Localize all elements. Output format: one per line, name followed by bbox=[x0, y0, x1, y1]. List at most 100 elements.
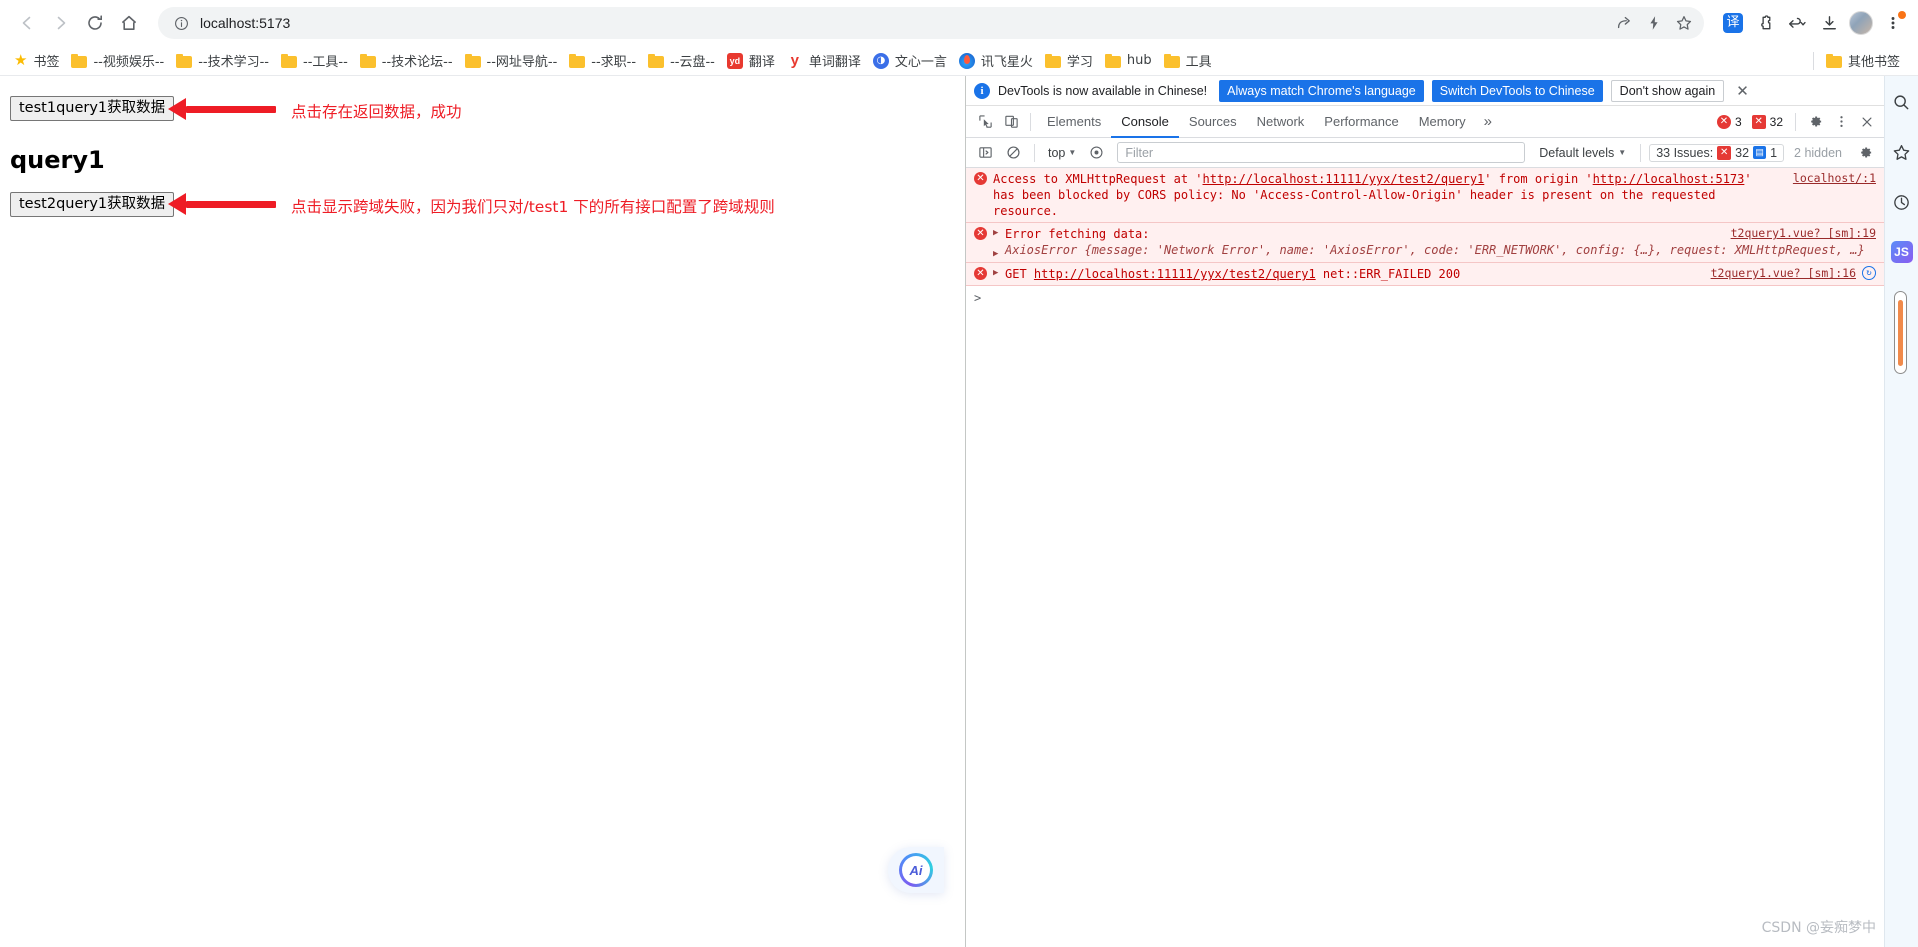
translate-icon[interactable]: 译 bbox=[1718, 8, 1748, 38]
page-scrollbar[interactable] bbox=[1894, 291, 1907, 374]
more-tabs-chevron-icon[interactable]: » bbox=[1476, 113, 1500, 130]
annotation-arrow-1 bbox=[168, 98, 276, 120]
error-counter[interactable]: ✕ 3 bbox=[1713, 114, 1748, 130]
annotation-text-1: 点击存在返回数据，成功 bbox=[291, 103, 462, 121]
site-info-icon[interactable] bbox=[172, 14, 190, 32]
bookmark-folder-tools[interactable]: --工具-- bbox=[277, 49, 356, 72]
forward-button[interactable] bbox=[44, 6, 78, 40]
console-message-axios-error[interactable]: ✕ ▶ Error fetching data: t2query1.vue? [… bbox=[966, 223, 1884, 264]
tab-console[interactable]: Console bbox=[1111, 106, 1179, 138]
profile-avatar[interactable] bbox=[1846, 8, 1876, 38]
bookmark-folder-video[interactable]: --视频娱乐-- bbox=[67, 49, 172, 72]
inspect-element-icon[interactable] bbox=[972, 109, 998, 135]
request-url-link[interactable]: http://localhost:11111/yyx/test2/query1 bbox=[1203, 172, 1485, 186]
source-link[interactable]: localhost/:1 bbox=[1793, 171, 1876, 185]
bookmark-star-icon[interactable] bbox=[1670, 9, 1698, 37]
tab-performance[interactable]: Performance bbox=[1314, 106, 1408, 138]
console-filter-input[interactable] bbox=[1117, 142, 1526, 163]
bookmark-folder-tech-study[interactable]: --技术学习-- bbox=[172, 49, 277, 72]
source-link[interactable]: t2query1.vue? [sm]:19 bbox=[1731, 226, 1876, 240]
console-message-cors-error[interactable]: ✕ Access to XMLHttpRequest at 'http://lo… bbox=[966, 168, 1884, 224]
ai-assistant-button[interactable]: Ai bbox=[888, 847, 944, 893]
address-bar[interactable]: localhost:5173 bbox=[158, 7, 1704, 39]
console-settings-gear-icon[interactable] bbox=[1852, 140, 1878, 166]
share-icon[interactable] bbox=[1610, 9, 1638, 37]
console-message-text: GET http://localhost:11111/yyx/test2/que… bbox=[1005, 266, 1705, 282]
warning-counter[interactable]: ✕ 32 bbox=[1748, 114, 1789, 130]
device-toolbar-icon[interactable] bbox=[998, 109, 1024, 135]
history-clock-icon[interactable] bbox=[1890, 190, 1914, 214]
bookmark-item-shuqian[interactable]: ★ 书签 bbox=[10, 49, 67, 72]
switch-devtools-language-button[interactable]: Switch DevTools to Chinese bbox=[1431, 79, 1603, 102]
expand-arrow-icon[interactable]: ▶ bbox=[993, 228, 1002, 238]
scrollbar-thumb[interactable] bbox=[1898, 299, 1903, 366]
log-levels-select[interactable]: Default levels ▼ bbox=[1533, 146, 1632, 160]
bookmark-folder-nav[interactable]: --网址导航-- bbox=[461, 49, 566, 72]
test2-query1-button[interactable]: test2query1获取数据 bbox=[10, 192, 175, 218]
expand-object-arrow-icon[interactable]: ▶ bbox=[993, 249, 1002, 259]
folder-icon bbox=[464, 53, 481, 68]
origin-url-link[interactable]: http://localhost:5173 bbox=[1593, 172, 1745, 186]
y-favicon: y bbox=[790, 51, 800, 69]
bookmark-label: 其他书签 bbox=[1847, 55, 1900, 70]
dont-show-again-button[interactable]: Don't show again bbox=[1610, 79, 1725, 102]
request-url-link[interactable]: http://localhost:11111/yyx/test2/query1 bbox=[1034, 267, 1316, 281]
bookmark-label: --技术学习-- bbox=[198, 55, 269, 70]
execution-context-select[interactable]: top ▼ bbox=[1043, 144, 1081, 162]
extensions-icon[interactable] bbox=[1750, 8, 1780, 38]
issues-summary[interactable]: 33 Issues: ✕ 32 ▤ 1 bbox=[1649, 143, 1785, 162]
annotation-arrow-2 bbox=[168, 193, 276, 215]
bookmark-label: hub bbox=[1126, 53, 1152, 68]
tab-network[interactable]: Network bbox=[1247, 106, 1315, 138]
devtools-more-options-icon[interactable] bbox=[1828, 109, 1854, 135]
tabbar-divider-2 bbox=[1795, 112, 1796, 131]
downloads-icon[interactable] bbox=[1814, 8, 1844, 38]
console-message-title: Error fetching data: bbox=[1005, 227, 1150, 242]
console-prompt[interactable]: > bbox=[966, 286, 1884, 310]
bookmark-folder-tools2[interactable]: 工具 bbox=[1160, 49, 1220, 72]
search-icon[interactable] bbox=[1890, 90, 1914, 114]
bookmark-item-youdao-translate[interactable]: yd 翻译 bbox=[723, 49, 783, 72]
source-link[interactable]: t2query1.vue? [sm]:16 bbox=[1711, 266, 1856, 280]
wenxin-favicon: ◑ bbox=[872, 52, 889, 69]
tab-elements[interactable]: Elements bbox=[1037, 106, 1111, 138]
bookmark-folder-study[interactable]: 学习 bbox=[1041, 49, 1101, 72]
error-circle-icon: ✕ bbox=[1716, 114, 1731, 129]
tabbar-divider bbox=[1030, 112, 1031, 131]
bookmark-folder-cloud[interactable]: --云盘-- bbox=[644, 49, 723, 72]
bookmark-folder-job[interactable]: --求职-- bbox=[565, 49, 644, 72]
clear-console-icon[interactable] bbox=[1000, 140, 1026, 166]
favorites-star-icon[interactable] bbox=[1890, 140, 1914, 164]
close-devtools-icon[interactable] bbox=[1854, 109, 1880, 135]
chrome-menu-icon[interactable] bbox=[1878, 8, 1908, 38]
error-count: 3 bbox=[1734, 114, 1742, 129]
bookmark-folder-forum[interactable]: --技术论坛-- bbox=[356, 49, 461, 72]
net-status: net::ERR_FAILED 200 bbox=[1322, 267, 1461, 282]
bookmark-folder-other[interactable]: 其他书签 bbox=[1822, 49, 1908, 72]
history-dropdown-icon[interactable] bbox=[1782, 8, 1812, 38]
home-button[interactable] bbox=[112, 6, 146, 40]
bolt-icon[interactable] bbox=[1640, 9, 1668, 37]
bookmark-item-word-translate[interactable]: y 单词翻译 bbox=[783, 49, 869, 72]
bookmark-folder-hub[interactable]: hub bbox=[1101, 51, 1160, 70]
js-tool-icon[interactable]: JS bbox=[1890, 240, 1914, 264]
console-message-text: Access to XMLHttpRequest at 'http://loca… bbox=[993, 172, 1752, 219]
reload-button[interactable] bbox=[78, 6, 112, 40]
test1-query1-button[interactable]: test1query1获取数据 bbox=[10, 96, 175, 122]
bookmark-item-xinghuo[interactable]: 讯飞星火 bbox=[955, 49, 1041, 72]
bookmark-item-wenxin[interactable]: ◑ 文心一言 bbox=[869, 49, 955, 72]
back-button[interactable] bbox=[10, 6, 44, 40]
tab-sources[interactable]: Sources bbox=[1179, 106, 1247, 138]
bookmark-label: --工具-- bbox=[303, 55, 348, 70]
replay-request-icon[interactable]: ↻ bbox=[1862, 266, 1876, 281]
close-infobar-icon[interactable]: ✕ bbox=[1732, 82, 1753, 100]
infobar-message: DevTools is now available in Chinese! bbox=[998, 83, 1208, 98]
console-message-get-failed[interactable]: ✕ ▶ GET http://localhost:11111/yyx/test2… bbox=[966, 263, 1884, 287]
expand-arrow-icon[interactable]: ▶ bbox=[993, 268, 1002, 278]
always-match-language-button[interactable]: Always match Chrome's language bbox=[1219, 79, 1424, 102]
console-sidebar-toggle-icon[interactable] bbox=[972, 140, 998, 166]
live-expressions-eye-icon[interactable] bbox=[1083, 140, 1109, 166]
tab-memory[interactable]: Memory bbox=[1409, 106, 1476, 138]
settings-gear-icon[interactable] bbox=[1802, 109, 1828, 135]
console-message-list[interactable]: ✕ Access to XMLHttpRequest at 'http://lo… bbox=[966, 168, 1884, 947]
